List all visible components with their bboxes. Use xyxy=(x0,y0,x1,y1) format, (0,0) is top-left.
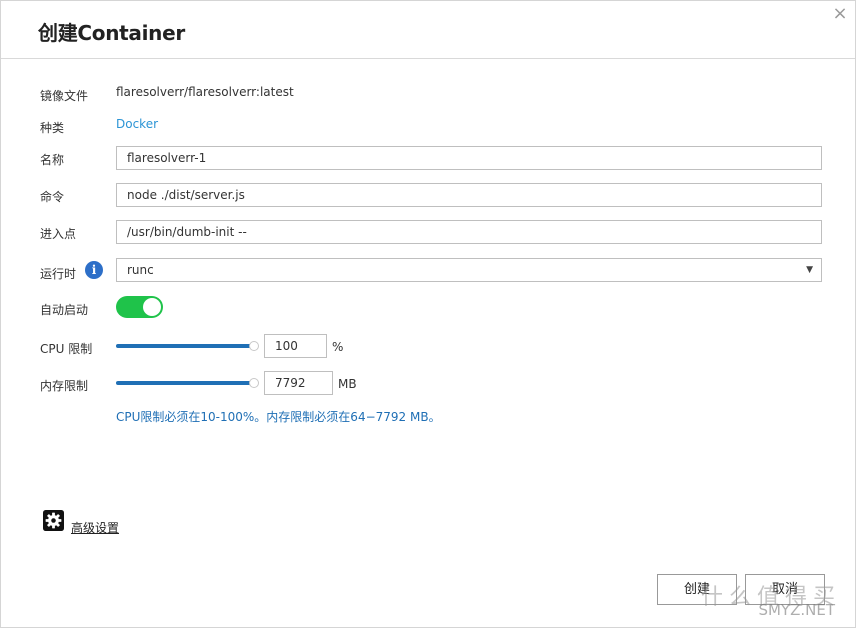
runtime-label: 运行时 xyxy=(40,267,77,281)
autostart-toggle[interactable] xyxy=(116,296,163,318)
cpu-limit-input[interactable]: 100 xyxy=(264,334,327,358)
entrypoint-label: 进入点 xyxy=(40,227,77,241)
cpu-limit-slider[interactable] xyxy=(116,341,259,351)
entrypoint-input[interactable]: /usr/bin/dumb-init -- xyxy=(116,220,822,244)
runtime-select-value: runc xyxy=(127,263,154,277)
cpu-slider-thumb[interactable] xyxy=(249,341,259,351)
memory-limit-label: 内存限制 xyxy=(40,379,89,393)
cpu-limit-unit: % xyxy=(332,340,344,354)
image-value: flaresolverr/flaresolverr:latest xyxy=(116,85,294,99)
cpu-limit-label: CPU 限制 xyxy=(40,342,93,356)
limit-hint-text: CPU限制必须在10-100%。内存限制必须在64−7792 MB。 xyxy=(116,410,441,424)
create-container-dialog: 创建Container × 镜像文件 flaresolverr/flaresol… xyxy=(0,0,856,628)
runtime-select[interactable]: runc ▼ xyxy=(116,258,822,282)
toggle-knob xyxy=(143,298,161,316)
dialog-header: 创建Container × xyxy=(1,1,855,59)
gear-icon[interactable] xyxy=(43,510,64,531)
memory-limit-input[interactable]: 7792 xyxy=(264,371,333,395)
memory-slider-thumb[interactable] xyxy=(249,378,259,388)
name-input[interactable]: flaresolverr-1 xyxy=(116,146,822,170)
close-icon[interactable]: × xyxy=(831,5,849,23)
type-value: Docker xyxy=(116,117,159,131)
dialog-title: 创建Container xyxy=(38,21,185,45)
info-icon[interactable]: i xyxy=(85,261,103,279)
memory-limit-slider[interactable] xyxy=(116,378,259,388)
image-label: 镜像文件 xyxy=(40,89,89,103)
dropdown-arrow-icon: ▼ xyxy=(806,265,813,275)
watermark-line2: SMYZ.NET xyxy=(758,601,835,619)
advanced-settings-link[interactable]: 高级设置 xyxy=(71,519,119,536)
memory-slider-fill xyxy=(116,381,254,385)
autostart-label: 自动启动 xyxy=(40,303,89,317)
cpu-slider-fill xyxy=(116,344,254,348)
command-label: 命令 xyxy=(40,190,65,204)
memory-limit-unit: MB xyxy=(338,377,357,391)
command-input[interactable]: node ./dist/server.js xyxy=(116,183,822,207)
watermark: 什么值得买 SMYZ.NET xyxy=(675,579,845,623)
type-label: 种类 xyxy=(40,121,65,135)
name-label: 名称 xyxy=(40,153,65,167)
